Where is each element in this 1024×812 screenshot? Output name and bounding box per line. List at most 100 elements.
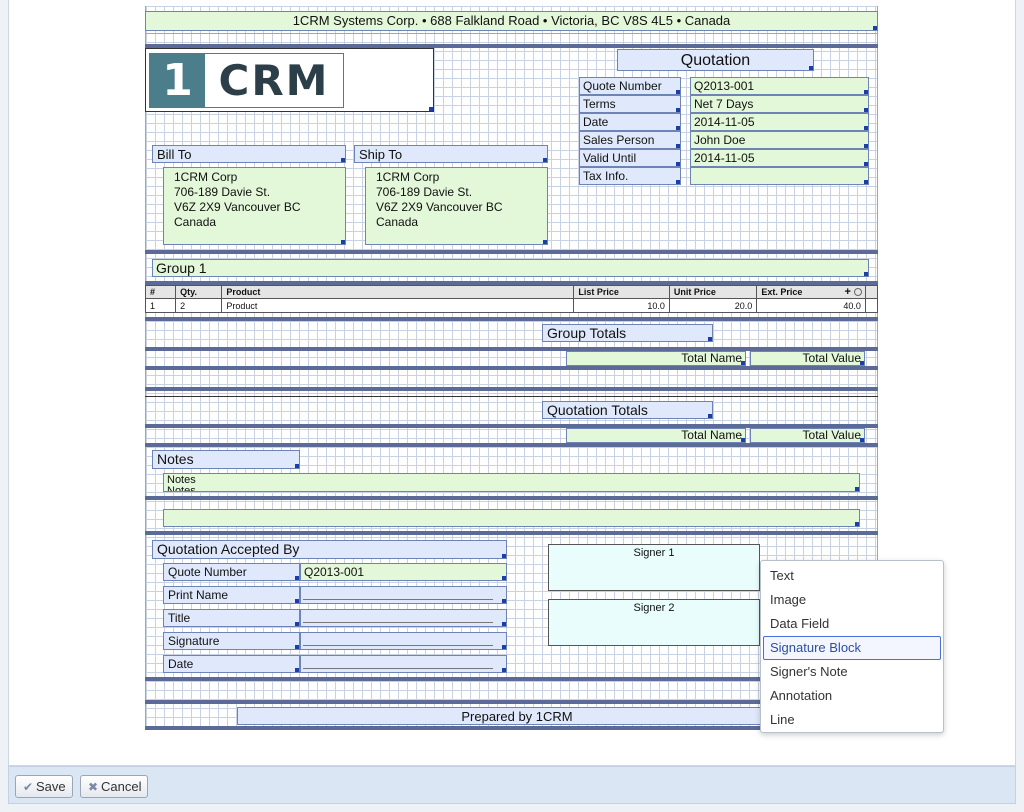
logo-crm-block: CRM: [205, 54, 343, 107]
accepted-row-label[interactable]: Signature: [163, 632, 300, 650]
ship-to-line: 706-189 Davie St.: [376, 185, 473, 199]
quote-field-value[interactable]: [690, 167, 869, 185]
group-totals-label[interactable]: Group Totals: [542, 324, 713, 342]
check-icon: ✔: [22, 780, 34, 794]
quote-field-value[interactable]: Q2013-001: [690, 77, 869, 95]
ship-to-line: 1CRM Corp: [376, 170, 440, 184]
accepted-row-label[interactable]: Quote Number: [163, 563, 300, 581]
extra-text-field[interactable]: [163, 509, 860, 527]
quote-field-value[interactable]: 2014-11-05: [690, 149, 869, 167]
signature-underline: [303, 668, 493, 669]
accepted-row-value[interactable]: [300, 655, 507, 673]
quote-field-label[interactable]: Quote Number: [579, 77, 681, 95]
accepted-row-value[interactable]: [300, 609, 507, 627]
quotation-title[interactable]: Quotation: [617, 49, 814, 71]
quote-field-value[interactable]: John Doe: [690, 131, 869, 149]
quotation-totals-label[interactable]: Quotation Totals: [542, 401, 713, 419]
bill-to-line: Canada: [174, 215, 217, 229]
save-button-label: Save: [36, 779, 66, 794]
bill-to-label[interactable]: Bill To: [152, 145, 346, 163]
accepted-row-label[interactable]: Date: [163, 655, 300, 673]
notes-label[interactable]: Notes: [152, 450, 300, 469]
accepted-row-value[interactable]: [300, 586, 507, 604]
address-band: [145, 250, 878, 254]
product-table[interactable]: # Qty. Product List Price Unit Price Ext…: [144, 285, 879, 313]
signature-underline: [303, 599, 493, 600]
add-element-context-menu: Text Image Data Field Signature Block Si…: [760, 560, 944, 733]
quote-field-label[interactable]: Terms: [579, 95, 681, 113]
bill-to-address[interactable]: 1CRM Corp 706-189 Davie St. V6Z 2X9 Vanc…: [163, 167, 346, 245]
notes-field[interactable]: Notes Notes: [163, 473, 860, 492]
menu-item-line[interactable]: Line: [763, 708, 941, 732]
action-bar: ✔ Save ✖ Cancel: [8, 766, 1016, 804]
accepted-by-title[interactable]: Quotation Accepted By: [152, 540, 507, 559]
logo-box[interactable]: 1 CRM: [145, 48, 434, 112]
menu-item-data-field[interactable]: Data Field: [763, 612, 941, 636]
col-header-list-price: List Price: [573, 285, 670, 299]
accepted-row-label[interactable]: Print Name: [163, 586, 300, 604]
cell-unit-price: 20.0: [668, 298, 758, 313]
bill-to-line: 1CRM Corp: [174, 170, 238, 184]
menu-item-signature-block[interactable]: Signature Block: [763, 636, 941, 660]
bill-to-line: V6Z 2X9 Vancouver BC: [174, 200, 301, 214]
menu-item-signers-note[interactable]: Signer's Note: [763, 660, 941, 684]
menu-item-annotation[interactable]: Annotation: [763, 684, 941, 708]
accepted-band: [145, 531, 878, 535]
accepted-row-value[interactable]: Q2013-001: [300, 563, 507, 581]
bill-to-line: 706-189 Davie St.: [174, 185, 271, 199]
accepted-row-value[interactable]: [300, 632, 507, 650]
logo-one-block: 1: [150, 54, 205, 107]
add-column-icon[interactable]: +: [844, 286, 850, 298]
menu-item-text[interactable]: Text: [763, 564, 941, 588]
ship-to-line: V6Z 2X9 Vancouver BC: [376, 200, 503, 214]
ext-price-label: Ext. Price: [761, 287, 803, 297]
quote-field-label[interactable]: Date: [579, 113, 681, 131]
header-divider: [145, 33, 878, 34]
col-header-qty: Qty.: [175, 285, 223, 299]
cancel-icon: ✖: [87, 780, 99, 794]
company-logo: 1 CRM: [149, 53, 344, 108]
signature-underline: [303, 645, 493, 646]
notes-field-text: Notes: [167, 474, 196, 486]
ship-to-address[interactable]: 1CRM Corp 706-189 Davie St. V6Z 2X9 Vanc…: [365, 167, 548, 245]
section-band: [145, 387, 878, 391]
cell-product: Product: [221, 298, 575, 313]
notes-band: [145, 496, 878, 500]
table-row: 1 2 Product 10.0 20.0 40.0: [144, 298, 879, 313]
company-address-field[interactable]: 1CRM Systems Corp. • 688 Falkland Road •…: [145, 11, 878, 31]
notes-field-overflow: Notes: [167, 486, 196, 492]
cell-spacer: [864, 298, 879, 313]
quote-field-label[interactable]: Tax Info.: [579, 167, 681, 185]
cancel-button[interactable]: ✖ Cancel: [80, 775, 149, 798]
col-header-unit-price: Unit Price: [668, 285, 758, 299]
edit-column-icon[interactable]: [853, 288, 862, 296]
cell-qty: 2: [175, 298, 223, 313]
prepared-by-field[interactable]: Prepared by 1CRM: [237, 707, 797, 725]
table-band: [145, 317, 878, 321]
group-total-name-field[interactable]: Total Name: [566, 351, 746, 366]
col-header-number: #: [144, 285, 177, 299]
group-name-field[interactable]: Group 1: [152, 259, 869, 277]
quotation-total-value-field[interactable]: Total Value: [750, 428, 865, 443]
cell-number: 1: [144, 298, 177, 313]
quote-field-value[interactable]: Net 7 Days: [690, 95, 869, 113]
quote-field-value[interactable]: 2014-11-05: [690, 113, 869, 131]
group-total-value-field[interactable]: Total Value: [750, 351, 865, 366]
cell-list-price: 10.0: [573, 298, 670, 313]
totals-bottom-band: [145, 443, 878, 447]
quote-field-label[interactable]: Sales Person: [579, 131, 681, 149]
signature-underline: [303, 622, 493, 623]
section-thin-line: [145, 396, 878, 397]
signer-2-block[interactable]: Signer 2: [548, 599, 760, 646]
ship-to-line: Canada: [376, 215, 419, 229]
accepted-row-label[interactable]: Title: [163, 609, 300, 627]
signer-1-block[interactable]: Signer 1: [548, 544, 760, 591]
quote-field-label[interactable]: Valid Until: [579, 149, 681, 167]
ship-to-label[interactable]: Ship To: [354, 145, 548, 163]
cell-ext-price: 40.0: [756, 298, 866, 313]
menu-item-image[interactable]: Image: [763, 588, 941, 612]
save-button[interactable]: ✔ Save: [15, 775, 73, 798]
quotation-total-name-field[interactable]: Total Name: [566, 428, 746, 443]
col-header-ext-price: Ext. Price +: [756, 285, 866, 299]
group-totals-bottom-band: [145, 366, 878, 370]
